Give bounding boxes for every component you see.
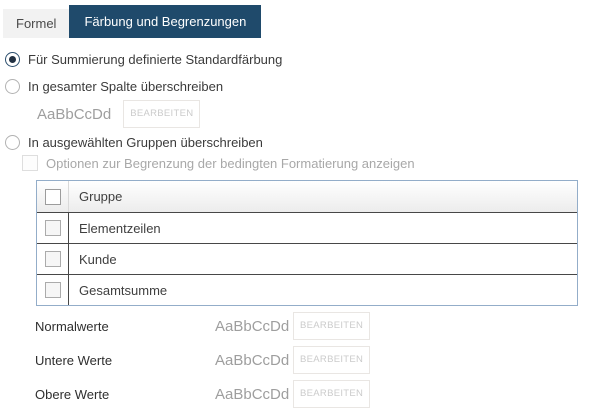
bearbeiten-button-normalwerte[interactable]: BEARBEITEN	[293, 312, 370, 340]
checkbox-limit-options[interactable]	[22, 155, 38, 171]
radio-label-standard-faerbung: Für Summierung definierte Standardfärbun…	[28, 52, 282, 67]
color-sample-text: AaBbCcDd	[37, 106, 111, 123]
value-row-untere-werte: Untere Werte AaBbCcDd BEARBEITEN	[35, 346, 600, 374]
value-row-obere-werte: Obere Werte AaBbCcDd BEARBEITEN	[35, 380, 600, 408]
color-sample-text: AaBbCcDd	[215, 352, 293, 369]
table-row-kunde[interactable]: Kunde	[37, 243, 577, 274]
radio-row-standard-faerbung[interactable]: Für Summierung definierte Standardfärbun…	[5, 52, 600, 67]
checkbox-elementzeilen[interactable]	[45, 220, 61, 236]
tab-formel[interactable]: Formel	[3, 9, 69, 38]
group-table-header-row[interactable]: Gruppe	[37, 181, 577, 212]
value-label-normalwerte: Normalwerte	[35, 319, 215, 334]
group-table-header-label: Gruppe	[68, 181, 577, 212]
checkbox-limit-options-label: Optionen zur Begrenzung der bedingten Fo…	[46, 156, 415, 171]
table-row-gesamtsumme[interactable]: Gesamtsumme	[37, 274, 577, 305]
bearbeiten-button-obere-werte[interactable]: BEARBEITEN	[293, 380, 370, 408]
radio-label-spalte-ueberschreiben: In gesamter Spalte überschreiben	[28, 79, 223, 94]
checkbox-kunde[interactable]	[45, 251, 61, 267]
table-row-label: Elementzeilen	[68, 213, 577, 243]
row-checkbox-cell	[37, 213, 68, 243]
radio-selected-icon[interactable]	[5, 52, 20, 67]
table-row-label: Gesamtsumme	[68, 275, 577, 305]
row-checkbox-cell	[37, 244, 68, 274]
tab-bar: Formel Färbung und Begrenzungen	[3, 5, 600, 38]
value-rows-section: Normalwerte AaBbCcDd BEARBEITEN Untere W…	[0, 312, 600, 408]
table-row-label: Kunde	[68, 244, 577, 274]
bearbeiten-button-column[interactable]: BEARBEITEN	[123, 100, 200, 128]
radio-label-gruppen-ueberschreiben: In ausgewählten Gruppen überschreiben	[28, 135, 263, 150]
table-row-elementzeilen[interactable]: Elementzeilen	[37, 212, 577, 243]
bearbeiten-button-untere-werte[interactable]: BEARBEITEN	[293, 346, 370, 374]
row-checkbox-cell	[37, 275, 68, 305]
radio-unselected-icon[interactable]	[5, 135, 20, 150]
radio-row-gruppen-ueberschreiben[interactable]: In ausgewählten Gruppen überschreiben	[5, 135, 600, 150]
tab-faerbung-und-begrenzungen[interactable]: Färbung und Begrenzungen	[69, 5, 261, 38]
radio-dot	[9, 56, 16, 63]
color-sample-text: AaBbCcDd	[215, 386, 293, 403]
color-sample-text: AaBbCcDd	[215, 318, 293, 335]
checkbox-select-all[interactable]	[45, 189, 61, 205]
value-label-untere-werte: Untere Werte	[35, 353, 215, 368]
radio-row-spalte-ueberschreiben[interactable]: In gesamter Spalte überschreiben	[5, 79, 600, 94]
radio-unselected-icon[interactable]	[5, 79, 20, 94]
limit-option-row: Optionen zur Begrenzung der bedingten Fo…	[22, 155, 600, 171]
value-label-obere-werte: Obere Werte	[35, 387, 215, 402]
group-table: Gruppe Elementzeilen Kunde Gesamtsumme	[36, 180, 578, 306]
value-row-normalwerte: Normalwerte AaBbCcDd BEARBEITEN	[35, 312, 600, 340]
checkbox-gesamtsumme[interactable]	[45, 282, 61, 298]
column-preview-row: AaBbCcDd BEARBEITEN	[37, 100, 600, 128]
header-checkbox-cell	[37, 181, 68, 212]
